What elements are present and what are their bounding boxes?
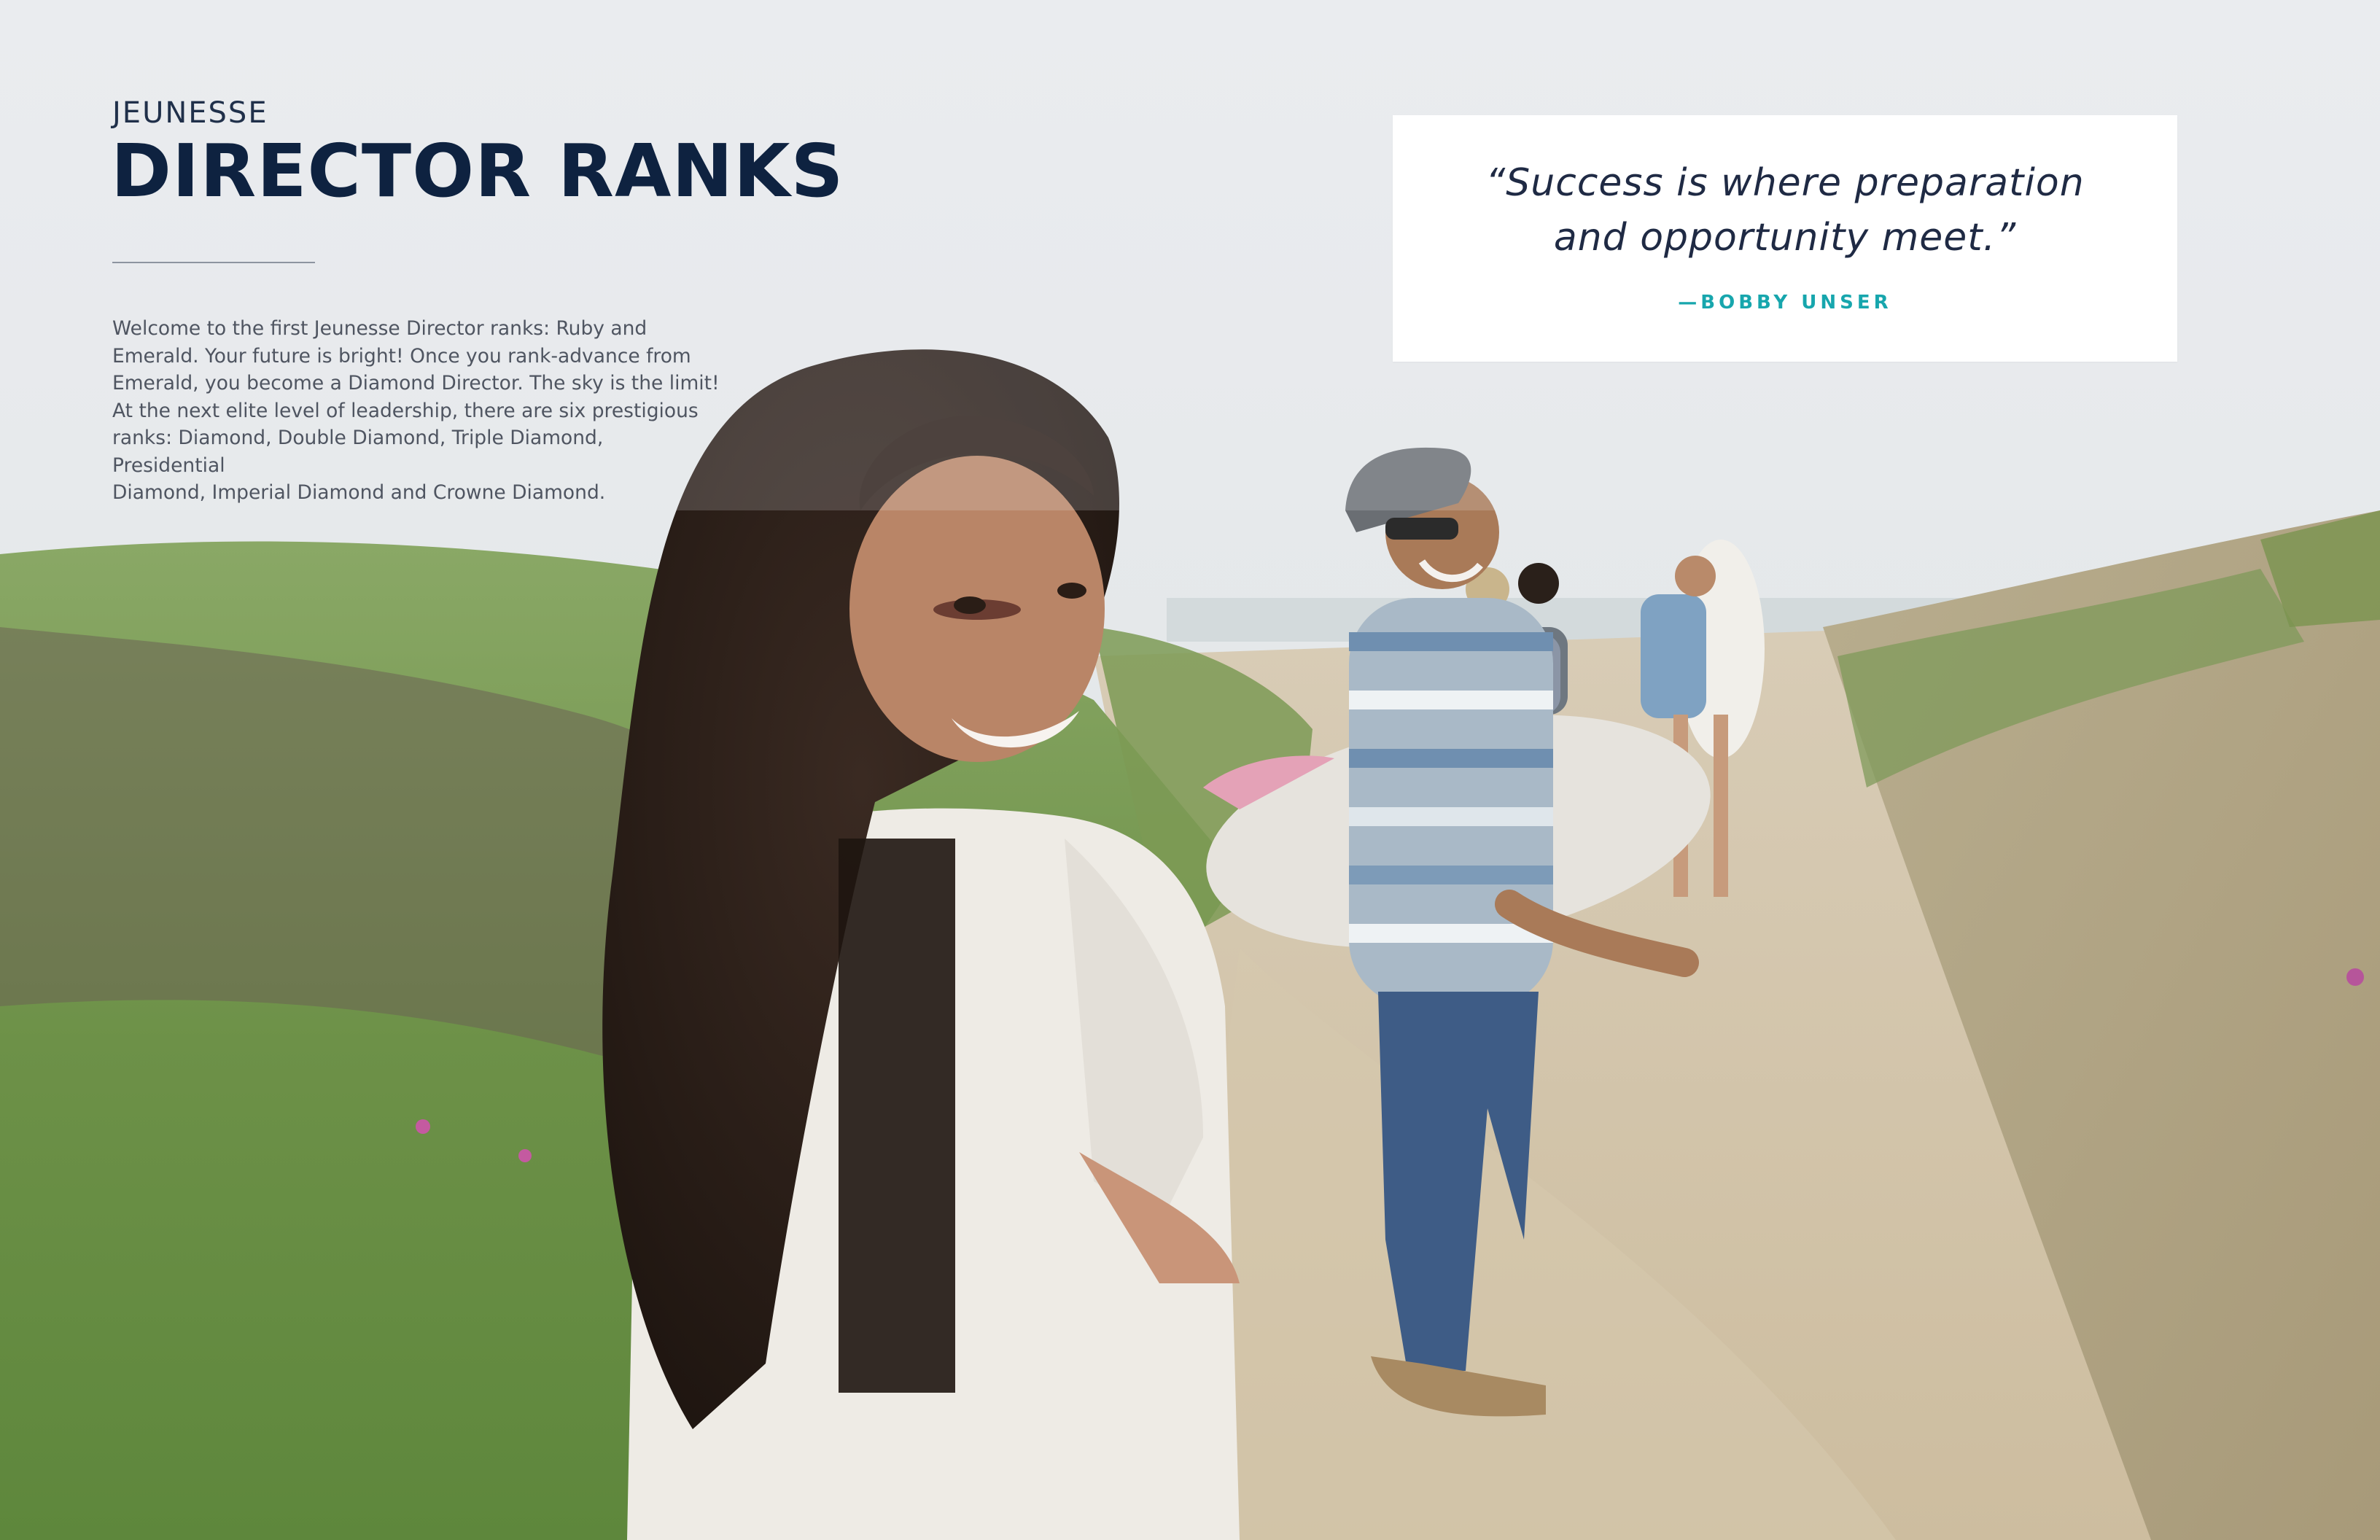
quote-line: and opportunity meet.” <box>1553 216 2017 260</box>
title-divider <box>112 262 315 263</box>
intro-line: ranks: Diamond, Double Diamond, Triple D… <box>112 427 604 477</box>
intro-line: Diamond, Imperial Diamond and Crowne Dia… <box>112 481 606 504</box>
brand-eyebrow: JEUNESSE <box>112 96 268 130</box>
page-title: DIRECTOR RANKS <box>111 128 844 214</box>
intro-line: Welcome to the first Jeunesse Director r… <box>112 317 648 340</box>
intro-line: Emerald, you become a Diamond Director. … <box>112 372 720 394</box>
quote-attribution: —BOBBY UNSER <box>1678 292 1892 314</box>
quote-line: “Success is where preparation <box>1485 161 2085 205</box>
quote-text: “Success is where preparation and opport… <box>1393 156 2177 265</box>
intro-paragraph: Welcome to the first Jeunesse Director r… <box>112 315 722 507</box>
quote-card: “Success is where preparation and opport… <box>1393 115 2177 362</box>
intro-line: Emerald. Your future is bright! Once you… <box>112 344 691 368</box>
intro-line: At the next elite level of leadership, t… <box>112 399 699 422</box>
